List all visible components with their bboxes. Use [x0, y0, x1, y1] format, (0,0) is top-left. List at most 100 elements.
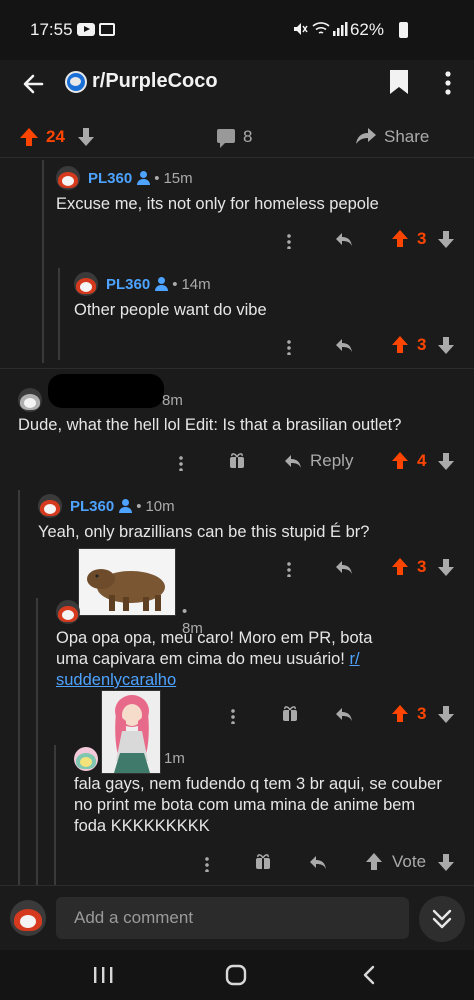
- more-vertical-icon[interactable]: [287, 561, 291, 577]
- recent-apps-icon[interactable]: [92, 965, 114, 985]
- downvote-icon[interactable]: [437, 557, 455, 577]
- comment-age: 8m: [162, 392, 183, 409]
- reply-icon[interactable]: [334, 557, 354, 577]
- subreddit-title[interactable]: r/PurpleCoco: [92, 70, 218, 93]
- clock: 17:55: [30, 20, 73, 39]
- comment-body-line: fala gays, nem fudendo q tem 3 br aqui, …: [74, 775, 442, 793]
- jump-to-next-button[interactable]: [419, 896, 465, 942]
- upvote-icon[interactable]: [18, 126, 40, 148]
- share-button[interactable]: Share: [384, 127, 429, 147]
- comment-age: 14m: [181, 275, 211, 293]
- upvote-icon[interactable]: [390, 704, 410, 724]
- gallery-icon: [99, 23, 115, 36]
- upvote-icon[interactable]: [390, 229, 410, 249]
- more-vertical-icon[interactable]: [205, 856, 209, 872]
- battery-icon: [399, 22, 408, 38]
- comment-author[interactable]: PL360: [88, 170, 132, 187]
- comment-author[interactable]: PL360: [106, 276, 150, 293]
- comment-actions: 3: [0, 335, 474, 359]
- thread-line: [18, 490, 20, 885]
- comment-composer-bar: [0, 885, 474, 950]
- comment-actions: 3: [0, 704, 474, 728]
- downvote-icon[interactable]: [437, 229, 455, 249]
- more-vertical-icon[interactable]: [231, 708, 235, 724]
- app-header: r/PurpleCoco: [0, 60, 474, 116]
- my-avatar[interactable]: [10, 900, 46, 936]
- comment-age: 15m: [163, 169, 193, 187]
- reply-icon[interactable]: [334, 704, 354, 724]
- comment-actions: 3: [0, 557, 474, 581]
- person-icon: [136, 170, 151, 186]
- comment-score: 4: [417, 451, 427, 470]
- add-comment-input[interactable]: [56, 897, 409, 939]
- reply-icon[interactable]: [308, 852, 328, 872]
- comment-body-line: uma capivara em cima do meu usuário!: [56, 650, 345, 668]
- wifi-icon: [312, 22, 330, 34]
- award-icon[interactable]: [281, 704, 299, 722]
- subreddit-link[interactable]: r/: [349, 650, 359, 668]
- home-icon[interactable]: [225, 964, 247, 986]
- award-icon[interactable]: [228, 451, 246, 469]
- thread-line: [36, 598, 38, 885]
- comment-body: Dude, what the hell lol Edit: Is that a …: [18, 416, 402, 434]
- back-arrow-icon[interactable]: [20, 70, 48, 98]
- vote-label: Vote: [392, 852, 427, 871]
- comment-body-line: foda KKKKKKKKK: [74, 817, 210, 835]
- comment-icon[interactable]: [217, 129, 235, 148]
- downvote-icon[interactable]: [437, 704, 455, 724]
- avatar[interactable]: [74, 272, 98, 296]
- more-vertical-icon[interactable]: [438, 69, 458, 97]
- divider: [0, 368, 474, 369]
- thread-line: [42, 160, 44, 363]
- award-icon[interactable]: [254, 852, 272, 870]
- downvote-icon[interactable]: [76, 126, 96, 148]
- reply-icon[interactable]: [334, 229, 354, 249]
- separator-dot: •: [172, 275, 178, 293]
- comment-body: Yeah, only brazillians can be this stupi…: [38, 523, 370, 541]
- signal-icon: [333, 22, 348, 36]
- reply-icon[interactable]: [334, 335, 354, 355]
- avatar[interactable]: [56, 166, 80, 190]
- comment-author[interactable]: PL360: [70, 498, 114, 515]
- reply-icon[interactable]: [283, 451, 303, 471]
- comment-body: Opa opa opa, meu caro! Moro em PR, bota …: [56, 628, 456, 691]
- comment-body: fala gays, nem fudendo q tem 3 br aqui, …: [74, 774, 466, 837]
- bookmark-icon[interactable]: [389, 69, 409, 95]
- back-nav-icon[interactable]: [360, 964, 378, 986]
- avatar[interactable]: [18, 388, 42, 412]
- separator-dot: •: [136, 497, 142, 515]
- downvote-icon[interactable]: [437, 451, 455, 471]
- upvote-icon[interactable]: [390, 335, 410, 355]
- share-icon[interactable]: [355, 126, 377, 146]
- comment-score: 3: [417, 557, 427, 576]
- downvote-icon[interactable]: [437, 852, 455, 872]
- comment-meta: PL360 • 14m: [74, 272, 211, 296]
- upvote-icon[interactable]: [390, 557, 410, 577]
- avatar[interactable]: [74, 747, 98, 771]
- post-score: 24: [46, 127, 65, 146]
- reply-button[interactable]: Reply: [310, 451, 353, 471]
- avatar[interactable]: [56, 600, 80, 624]
- more-vertical-icon[interactable]: [287, 339, 291, 355]
- upvote-icon[interactable]: [390, 451, 410, 471]
- mute-icon: [294, 23, 308, 35]
- comment-meta: PL360 • 10m: [38, 494, 175, 518]
- downvote-icon[interactable]: [437, 335, 455, 355]
- comment-meta: PL360 • 15m: [56, 166, 193, 190]
- avatar[interactable]: [38, 494, 62, 518]
- upvote-icon[interactable]: [364, 852, 384, 872]
- more-vertical-icon[interactable]: [179, 455, 183, 471]
- youtube-icon: [77, 23, 95, 36]
- comment-body: Other people want do vibe: [74, 301, 267, 319]
- battery-percent: 62%: [349, 20, 384, 39]
- comment-body: Excuse me, its not only for homeless pep…: [56, 195, 379, 213]
- subreddit-icon[interactable]: [65, 71, 87, 93]
- anime-girl-illustration: [114, 695, 150, 773]
- capybara-illustration: [87, 569, 165, 611]
- comment-score: 3: [417, 229, 427, 248]
- more-vertical-icon[interactable]: [287, 233, 291, 249]
- comment-actions: Reply 4: [0, 451, 474, 475]
- comment-actions: 3: [0, 229, 474, 253]
- subreddit-link[interactable]: suddenlycaralho: [56, 671, 176, 689]
- comment-body-line: no print me bota com uma mina de anime b…: [74, 796, 416, 814]
